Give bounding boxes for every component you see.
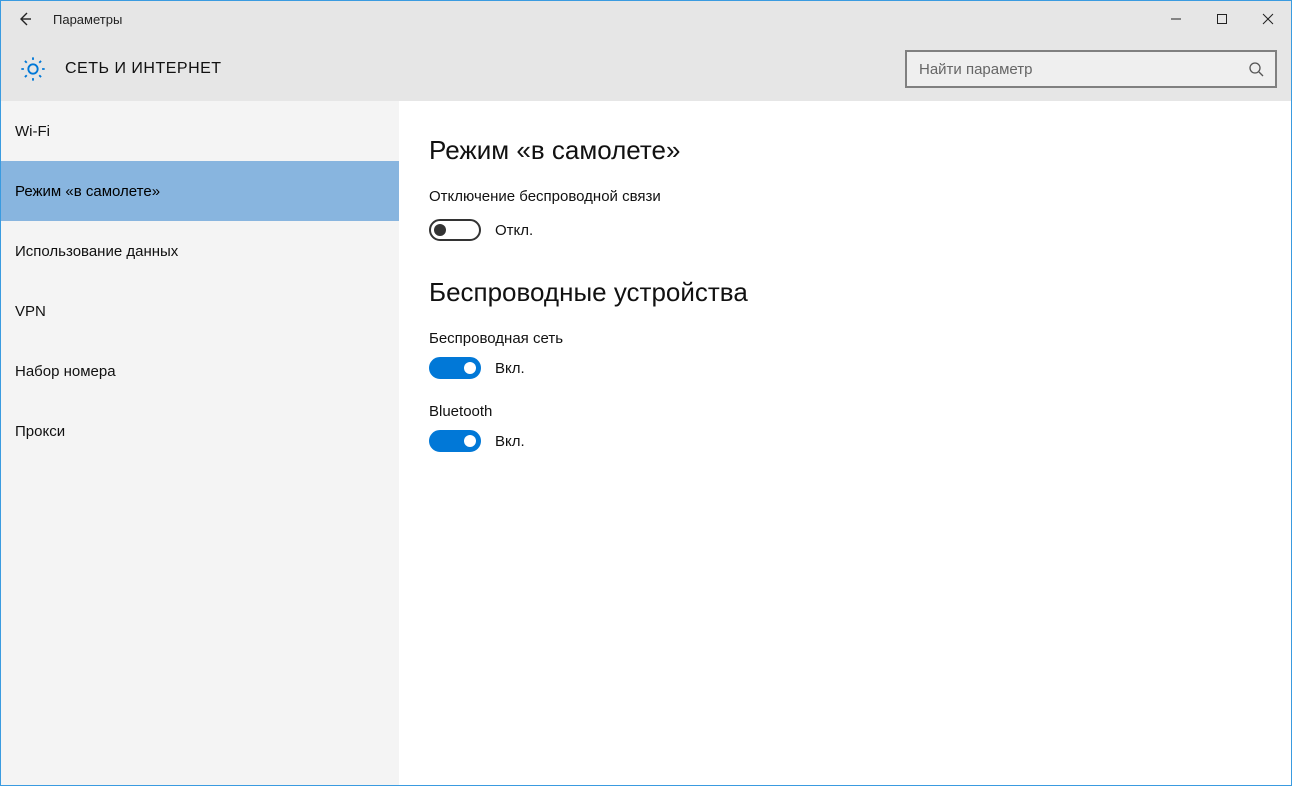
toggle-knob (434, 224, 446, 236)
wifi-toggle[interactable] (429, 357, 481, 379)
bluetooth-toggle[interactable] (429, 430, 481, 452)
sidebar-item-label: Использование данных (15, 243, 178, 260)
window-title: Параметры (53, 12, 122, 27)
bluetooth-toggle-label: Вкл. (495, 433, 525, 450)
search-icon (1248, 61, 1264, 77)
page-heading: СЕТЬ И ИНТЕРНЕТ (65, 60, 222, 78)
gear-icon (19, 55, 47, 83)
search-box[interactable] (905, 50, 1277, 88)
bluetooth-toggle-row: Вкл. (429, 430, 1291, 452)
section-title-wireless: Беспроводные устройства (429, 277, 1291, 308)
toggle-knob (464, 435, 476, 447)
arrow-left-icon (17, 11, 33, 27)
back-button[interactable] (1, 1, 49, 37)
minimize-icon (1170, 13, 1182, 25)
device-block-wifi: Беспроводная сеть Вкл. (429, 330, 1291, 379)
device-block-bluetooth: Bluetooth Вкл. (429, 403, 1291, 452)
search-input[interactable] (907, 52, 1237, 86)
toggle-knob (464, 362, 476, 374)
minimize-button[interactable] (1153, 1, 1199, 37)
wireless-devices-section: Беспроводные устройства Беспроводная сет… (429, 277, 1291, 452)
airplane-toggle-row: Откл. (429, 219, 1291, 241)
search-icon-wrap (1237, 61, 1275, 77)
content-pane: Режим «в самолете» Отключение беспроводн… (399, 101, 1291, 785)
close-button[interactable] (1245, 1, 1291, 37)
settings-gear-icon[interactable] (19, 55, 47, 83)
wifi-toggle-label: Вкл. (495, 360, 525, 377)
device-name-bluetooth: Bluetooth (429, 403, 1291, 420)
maximize-icon (1216, 13, 1228, 25)
sidebar-item-airplane-mode[interactable]: Режим «в самолете» (1, 161, 399, 221)
device-name-wifi: Беспроводная сеть (429, 330, 1291, 347)
close-icon (1262, 13, 1274, 25)
sidebar-item-label: Набор номера (15, 363, 116, 380)
sidebar: Wi-Fi Режим «в самолете» Использование д… (1, 101, 399, 785)
title-bar: Параметры (1, 1, 1291, 37)
section-title-airplane: Режим «в самолете» (429, 135, 1291, 166)
sidebar-item-dialup[interactable]: Набор номера (1, 341, 399, 401)
sidebar-item-vpn[interactable]: VPN (1, 281, 399, 341)
airplane-subtitle: Отключение беспроводной связи (429, 188, 1291, 205)
body: Wi-Fi Режим «в самолете» Использование д… (1, 101, 1291, 785)
sidebar-item-data-usage[interactable]: Использование данных (1, 221, 399, 281)
sidebar-item-label: Прокси (15, 423, 65, 440)
sidebar-item-wifi[interactable]: Wi-Fi (1, 101, 399, 161)
sidebar-item-label: Wi-Fi (15, 123, 50, 140)
airplane-mode-toggle[interactable] (429, 219, 481, 241)
sidebar-item-label: Режим «в самолете» (15, 183, 160, 200)
sidebar-item-proxy[interactable]: Прокси (1, 401, 399, 461)
maximize-button[interactable] (1199, 1, 1245, 37)
sidebar-item-label: VPN (15, 303, 46, 320)
airplane-toggle-label: Откл. (495, 222, 533, 239)
wifi-toggle-row: Вкл. (429, 357, 1291, 379)
header-band: СЕТЬ И ИНТЕРНЕТ (1, 37, 1291, 101)
window-controls (1153, 1, 1291, 37)
